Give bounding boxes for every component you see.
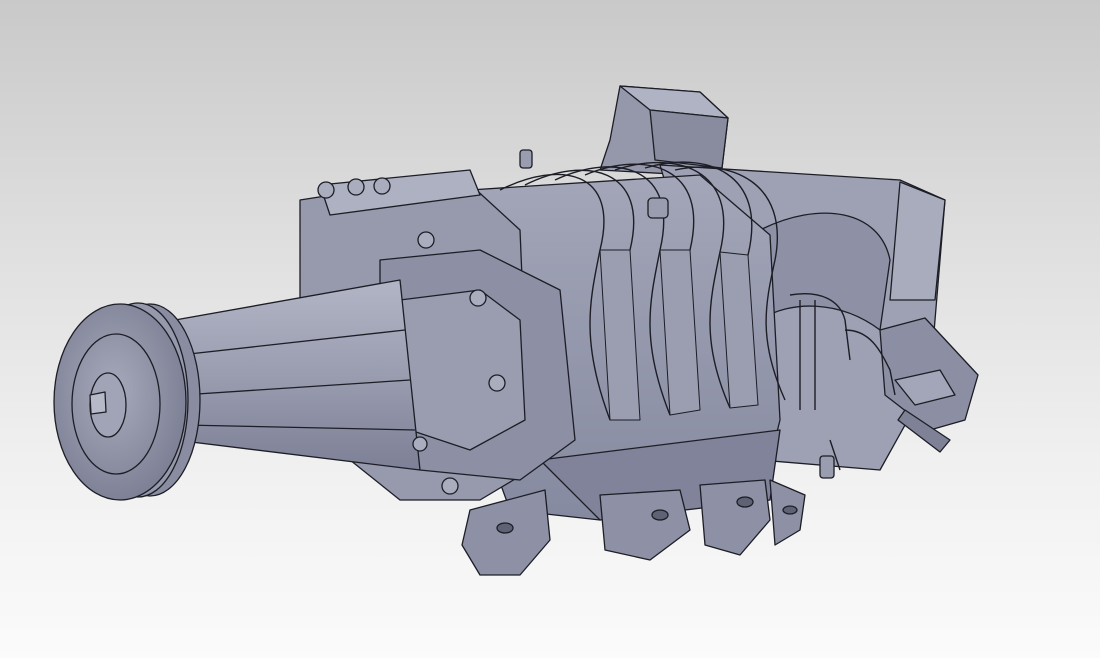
- cad-viewport[interactable]: [0, 0, 1100, 658]
- nose-cone: [174, 279, 421, 471]
- supercharger-model[interactable]: [0, 0, 1100, 658]
- pulley: [53, 302, 201, 501]
- rib-faces: [599, 249, 759, 421]
- pulley-nut: [89, 391, 107, 415]
- inlet-duct: [599, 85, 729, 176]
